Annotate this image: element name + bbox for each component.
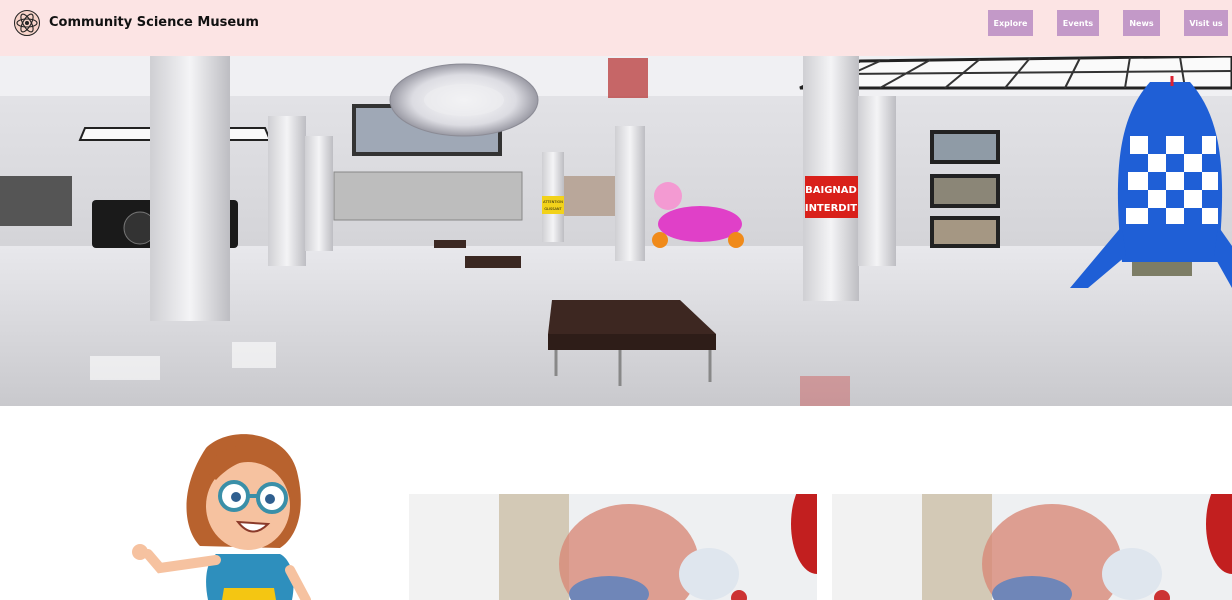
museum-hall-image: BAIGNAD INTERDIT ATTENTION GLISSANT [0,56,1232,406]
atom-icon[interactable] [13,9,41,37]
attention-sign-line2: GLISSANT [544,207,562,211]
baignade-sign-line2: INTERDIT [805,203,857,214]
gallery-photo-1[interactable] [409,494,817,600]
blurred-photo-image [409,494,817,600]
site-title[interactable]: Community Science Museum [49,14,259,32]
nav-news-button[interactable]: News [1123,10,1160,36]
nav-events-button[interactable]: Events [1057,10,1099,36]
baignade-sign-line1: BAIGNAD [805,185,857,196]
attention-sign-line1: ATTENTION [543,200,563,204]
nav-explore-button[interactable]: Explore [988,10,1033,36]
girl-mascot-illustration [132,434,311,600]
nav-visit-us-button[interactable]: Visit us [1184,10,1228,36]
gallery-photo-2[interactable] [832,494,1232,600]
site-header: Community Science Museum Explore Events … [0,0,1232,56]
hero-banner: BAIGNAD INTERDIT ATTENTION GLISSANT [0,56,1232,406]
blurred-photo-image [832,494,1232,600]
